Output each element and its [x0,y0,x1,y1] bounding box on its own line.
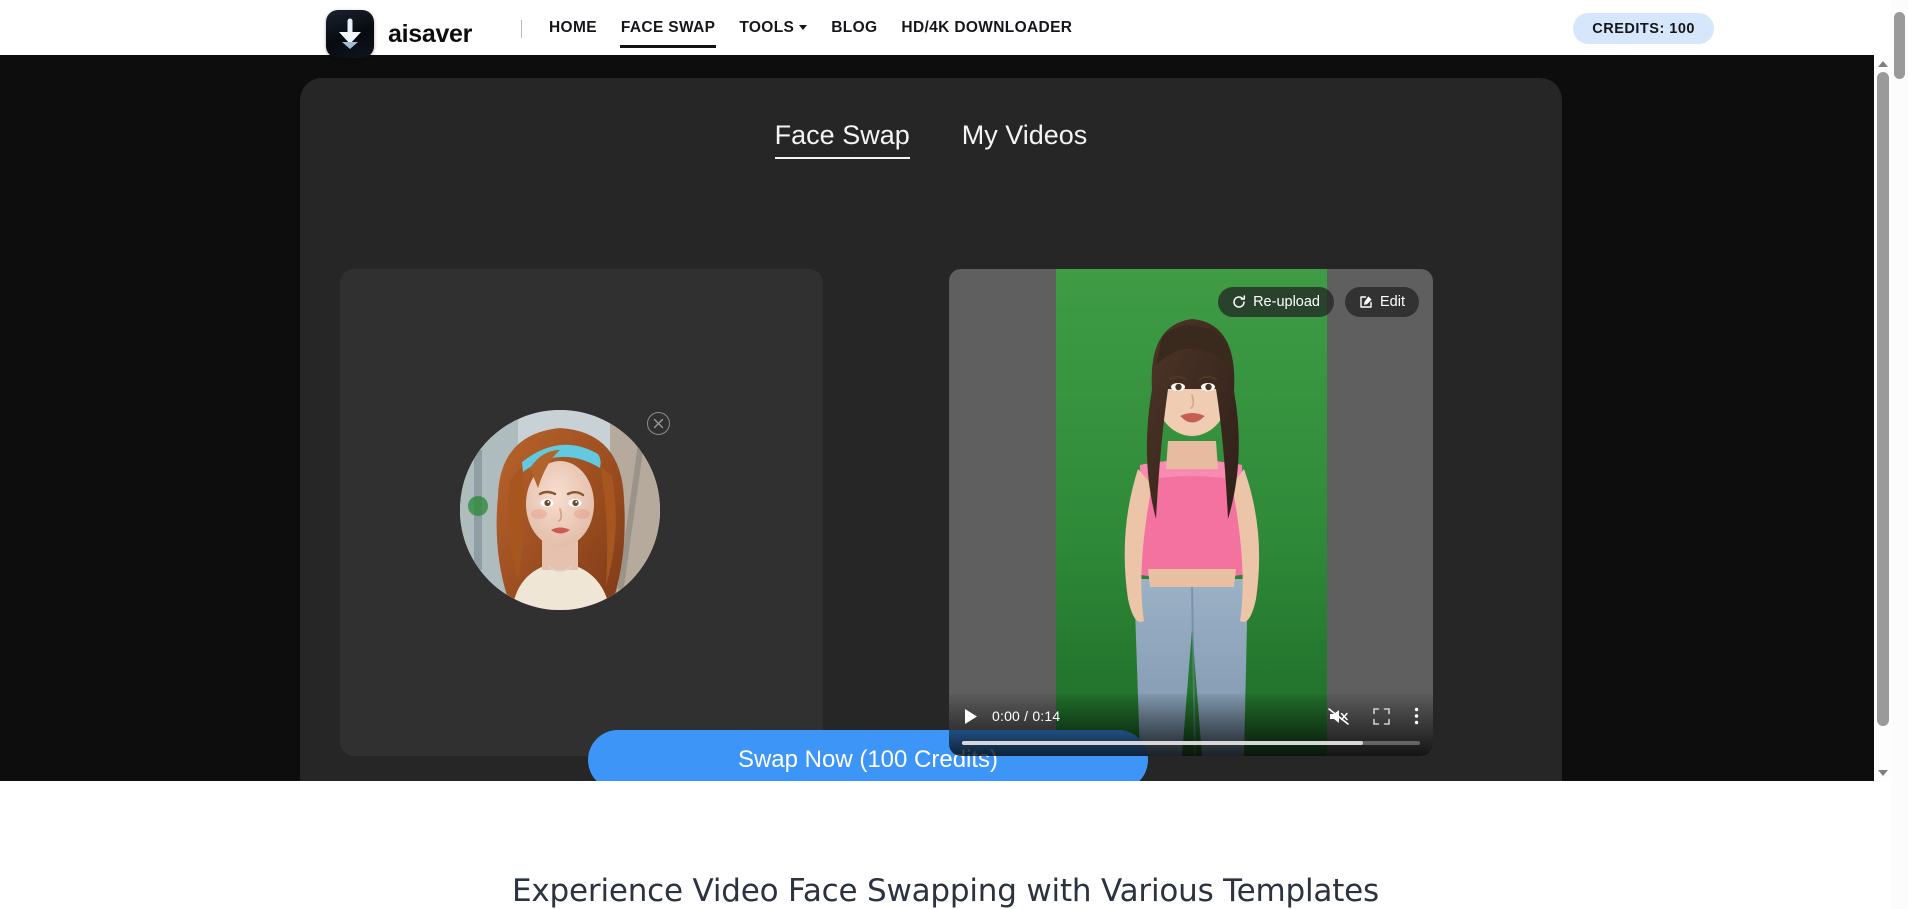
nav-link-tools-label: TOOLS [739,18,795,36]
chevron-down-icon [799,24,808,30]
play-icon[interactable] [963,708,978,725]
top-navigation-bar: aisaver HOME FACE SWAP TOOLS BLOG HD/4K … [0,0,1891,58]
browser-scrollbar-thumb[interactable] [1894,12,1905,79]
video-controls-bar: 0:00 / 0:14 [949,694,1433,756]
close-circle-icon[interactable] [647,412,670,435]
page-dark-region: Face Swap My Videos Re-upload Edit 0:00 … [0,55,1891,781]
fullscreen-icon[interactable] [1373,707,1390,725]
nav-link-face-swap[interactable]: FACE SWAP [619,15,717,48]
nav-divider [521,20,522,38]
templates-section-heading: Experience Video Face Swapping with Vari… [512,873,1379,909]
reupload-button-label: Re-upload [1253,294,1320,310]
nav-link-face-swap-label: FACE SWAP [620,18,716,36]
edit-button-label: Edit [1380,294,1405,310]
nav-link-home[interactable]: HOME [548,15,598,41]
page-scrollbar[interactable] [1874,55,1891,781]
nav-link-hd4k-downloader-label: HD/4K DOWNLOADER [901,18,1073,36]
uploaded-face-avatar[interactable] [460,410,660,610]
tab-face-swap[interactable]: Face Swap [774,120,910,159]
video-progress-played [962,741,1363,745]
reupload-button[interactable]: Re-upload [1218,287,1334,317]
page-scrollbar-thumb[interactable] [1877,72,1889,726]
nav-link-blog-label: BLOG [831,18,878,36]
tab-my-videos[interactable]: My Videos [962,120,1088,159]
tab-face-swap-label: Face Swap [774,120,910,150]
edit-button[interactable]: Edit [1345,287,1419,317]
kebab-menu-icon[interactable] [1414,707,1419,725]
brand-logo-area[interactable]: aisaver [326,10,472,58]
scroll-down-arrow-icon[interactable] [1874,764,1891,781]
volume-muted-icon[interactable] [1328,707,1349,726]
video-preview[interactable]: 4K4U [1056,269,1327,756]
face-swap-card: Face Swap My Videos Re-upload Edit 0:00 … [300,78,1562,781]
credits-badge-label: CREDITS: 100 [1592,20,1695,37]
nav-links: HOME FACE SWAP TOOLS BLOG HD/4K DOWNLOAD… [548,0,1073,55]
nav-link-blog[interactable]: BLOG [830,15,878,41]
nav-link-tools[interactable]: TOOLS [738,15,808,41]
brand-name: aisaver [388,19,473,48]
aisaver-logo-icon [326,10,374,58]
workspace: 4K4U [340,205,1522,756]
template-video-panel[interactable]: 4K4U [949,269,1433,756]
card-tabs: Face Swap My Videos [300,120,1562,159]
edit-pencil-square-icon [1359,295,1373,309]
credits-badge[interactable]: CREDITS: 100 [1573,13,1714,44]
video-progress-bar[interactable] [962,741,1420,745]
video-time-display: 0:00 / 0:14 [992,708,1061,724]
nav-link-hd4k-downloader[interactable]: HD/4K DOWNLOADER [900,15,1073,41]
nav-link-home-label: HOME [549,18,597,36]
refresh-icon [1232,295,1246,309]
face-upload-panel[interactable] [340,269,823,756]
below-fold-section: Experience Video Face Swapping with Vari… [0,781,1891,909]
video-action-buttons: Re-upload Edit [1218,287,1419,317]
scroll-up-arrow-icon[interactable] [1874,55,1891,72]
tab-my-videos-label: My Videos [961,120,1088,150]
browser-scrollbar[interactable] [1891,0,1908,909]
